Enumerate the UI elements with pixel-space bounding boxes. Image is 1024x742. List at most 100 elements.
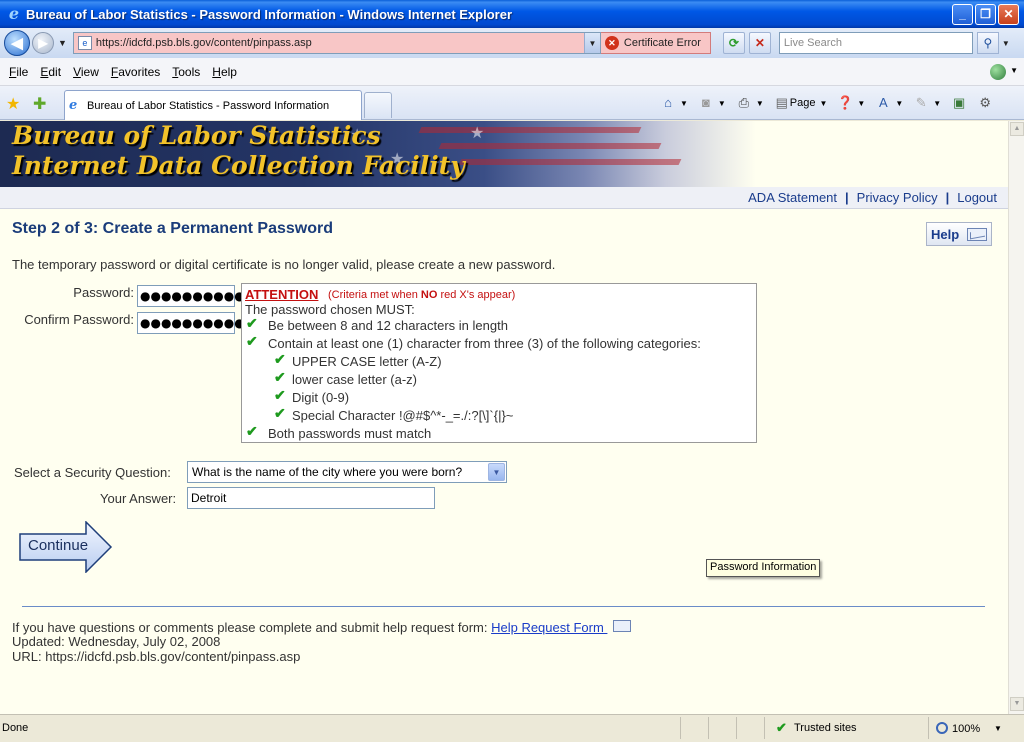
scroll-up-icon[interactable]: ▲	[1010, 122, 1024, 136]
zoom-dropdown-icon[interactable]: ▼	[994, 724, 1002, 733]
forward-button[interactable]: ▶	[32, 32, 54, 54]
pen-icon: ✎	[915, 95, 927, 110]
page-icon: e	[77, 36, 92, 50]
certificate-error-label: Certificate Error	[623, 37, 701, 49]
rule-special: Special Character !@#$^*-_=./:?[\]`{|}~	[292, 408, 514, 423]
help-menu-button[interactable]: ❓ ▼	[837, 95, 865, 111]
title-bar[interactable]: e Bureau of Labor Statistics - Password …	[0, 0, 1024, 28]
history-dropdown-icon[interactable]: ▼	[58, 38, 67, 48]
confirm-password-label: Confirm Password:	[24, 312, 134, 327]
rule-digit: Digit (0-9)	[292, 390, 350, 405]
password-label: Password:	[73, 285, 134, 300]
confirm-password-field[interactable]: ●●●●●●●●●●	[137, 312, 245, 334]
rules-intro: The password chosen MUST:	[245, 302, 415, 317]
status-text: Done	[2, 722, 29, 734]
menu-help[interactable]: Help	[212, 65, 237, 79]
page-icon: ▤	[775, 95, 788, 110]
security-question-value: What is the name of the city where you w…	[192, 465, 463, 479]
footer-help-line: If you have questions or comments please…	[12, 620, 632, 635]
scroll-down-icon[interactable]: ▼	[1010, 697, 1024, 711]
answer-field[interactable]: Detroit	[187, 487, 435, 509]
rss-icon: ◙	[701, 95, 710, 110]
tab-label: Bureau of Labor Statistics - Password In…	[87, 99, 330, 112]
menu-favorites[interactable]: Favorites	[111, 65, 160, 79]
logout-link[interactable]: Logout	[957, 190, 997, 205]
feeds-button[interactable]: ◙ ▼	[698, 95, 726, 111]
help-button-label: Help	[931, 226, 960, 242]
home-button[interactable]: ⌂ ▼	[660, 95, 688, 111]
rule-categories: Contain at least one (1) character from …	[268, 336, 701, 351]
answer-label: Your Answer:	[100, 491, 177, 506]
language-globe-icon[interactable]	[990, 64, 1006, 80]
new-tab-button[interactable]	[364, 92, 392, 118]
address-dropdown-icon[interactable]: ▼	[583, 33, 600, 53]
ada-statement-link[interactable]: ADA Statement	[748, 190, 837, 205]
intro-text: The temporary password or digital certif…	[12, 257, 556, 272]
rule-uppercase: UPPER CASE letter (A-Z)	[292, 354, 442, 369]
menu-bar: File Edit View Favorites Tools Help ▼	[0, 58, 1024, 86]
research-tools-button[interactable]: ⚙	[977, 95, 993, 111]
address-url[interactable]: https://idcfd.psb.bls.gov/content/pinpas…	[96, 37, 584, 49]
rule-length: Be between 8 and 12 characters in length	[268, 318, 508, 333]
page-menu-button[interactable]: ▤ Page ▼	[774, 95, 828, 111]
maximize-button[interactable]: ❐	[975, 3, 996, 25]
command-bar: ⌂ ▼ ◙ ▼ ⎙ ▼ ▤ Page ▼ ❓ ▼ A ▼ ✎ ▼ ▣ ⚙	[660, 92, 1003, 114]
close-button[interactable]: ✕	[998, 3, 1019, 25]
page-content: ★ ★ ★ Bureau of Labor Statistics Interne…	[0, 121, 1008, 714]
search-options-dropdown-icon[interactable]: ▼	[1002, 39, 1010, 48]
vertical-scrollbar[interactable]: ▲ ▼	[1008, 121, 1024, 714]
research-button[interactable]: A ▼	[875, 95, 903, 111]
bls-banner: ★ ★ ★ Bureau of Labor Statistics Interne…	[0, 121, 1008, 187]
security-zone: Trusted sites	[794, 722, 857, 734]
check-icon: ✔	[274, 369, 286, 385]
help-button[interactable]: Help	[926, 222, 992, 246]
menu-edit[interactable]: Edit	[40, 65, 61, 79]
tab-ie-icon: e	[69, 97, 78, 113]
tooltip: Password Information	[706, 559, 821, 577]
privacy-policy-link[interactable]: Privacy Policy	[857, 190, 938, 205]
footer-updated: Updated: Wednesday, July 02, 2008	[12, 634, 221, 649]
search-icon[interactable]: ⚲	[976, 32, 999, 54]
security-question-select[interactable]: What is the name of the city where you w…	[187, 461, 507, 483]
print-button[interactable]: ⎙ ▼	[736, 95, 764, 111]
tab-password-information[interactable]: e Bureau of Labor Statistics - Password …	[64, 90, 362, 120]
menu-tools[interactable]: Tools	[172, 65, 200, 79]
favorites-star-icon[interactable]: ★	[6, 94, 20, 114]
chevron-down-icon[interactable]: ▼	[488, 463, 505, 481]
stop-button[interactable]: ✕	[748, 32, 771, 54]
zoom-icon	[936, 722, 948, 734]
banner-title-line2: Internet Data Collection Facility	[12, 151, 465, 180]
criteria-note: (Criteria met when NO red X's appear)	[328, 289, 516, 301]
menu-view[interactable]: View	[73, 65, 99, 79]
divider	[22, 606, 985, 607]
password-field[interactable]: ●●●●●●●●●●	[137, 285, 245, 307]
top-links: ADA Statement | Privacy Policy | Logout	[0, 187, 1008, 209]
add-favorites-icon[interactable]: ✚	[33, 94, 46, 114]
help-request-form-link[interactable]: Help Request Form	[491, 620, 607, 635]
ie-logo-icon: e	[8, 4, 20, 23]
refresh-button[interactable]: ⟳	[722, 32, 745, 54]
check-icon: ✔	[274, 387, 286, 403]
menu-file[interactable]: File	[9, 65, 28, 79]
window-title: Bureau of Labor Statistics - Password In…	[26, 6, 513, 22]
blog-button[interactable]: ✎ ▼	[913, 95, 941, 111]
check-icon: ✔	[274, 405, 286, 421]
envelope-icon	[967, 227, 988, 241]
language-dropdown-icon[interactable]: ▼	[1010, 66, 1018, 75]
certificate-error-button[interactable]: ✕ Certificate Error	[600, 32, 711, 54]
check-icon: ✔	[246, 333, 258, 349]
check-icon: ✔	[274, 351, 286, 367]
minimize-button[interactable]: _	[952, 3, 973, 25]
zoom-control[interactable]: 100%	[936, 722, 980, 735]
search-input[interactable]: Live Search	[778, 32, 973, 54]
translate-icon: A	[878, 95, 888, 110]
address-row: ◀ ▶ ▼ e https://idcfd.psb.bls.gov/conten…	[0, 28, 1024, 58]
window-button[interactable]: ▣	[951, 95, 967, 111]
rule-match: Both passwords must match	[268, 426, 432, 441]
check-icon: ✔	[246, 423, 258, 439]
attention-heading: ATTENTION	[245, 287, 319, 302]
back-button[interactable]: ◀	[4, 30, 30, 56]
continue-button[interactable]: Continue	[19, 521, 113, 573]
address-bar[interactable]: e https://idcfd.psb.bls.gov/content/pinp…	[72, 32, 601, 54]
trusted-check-icon: ✔	[776, 720, 787, 735]
